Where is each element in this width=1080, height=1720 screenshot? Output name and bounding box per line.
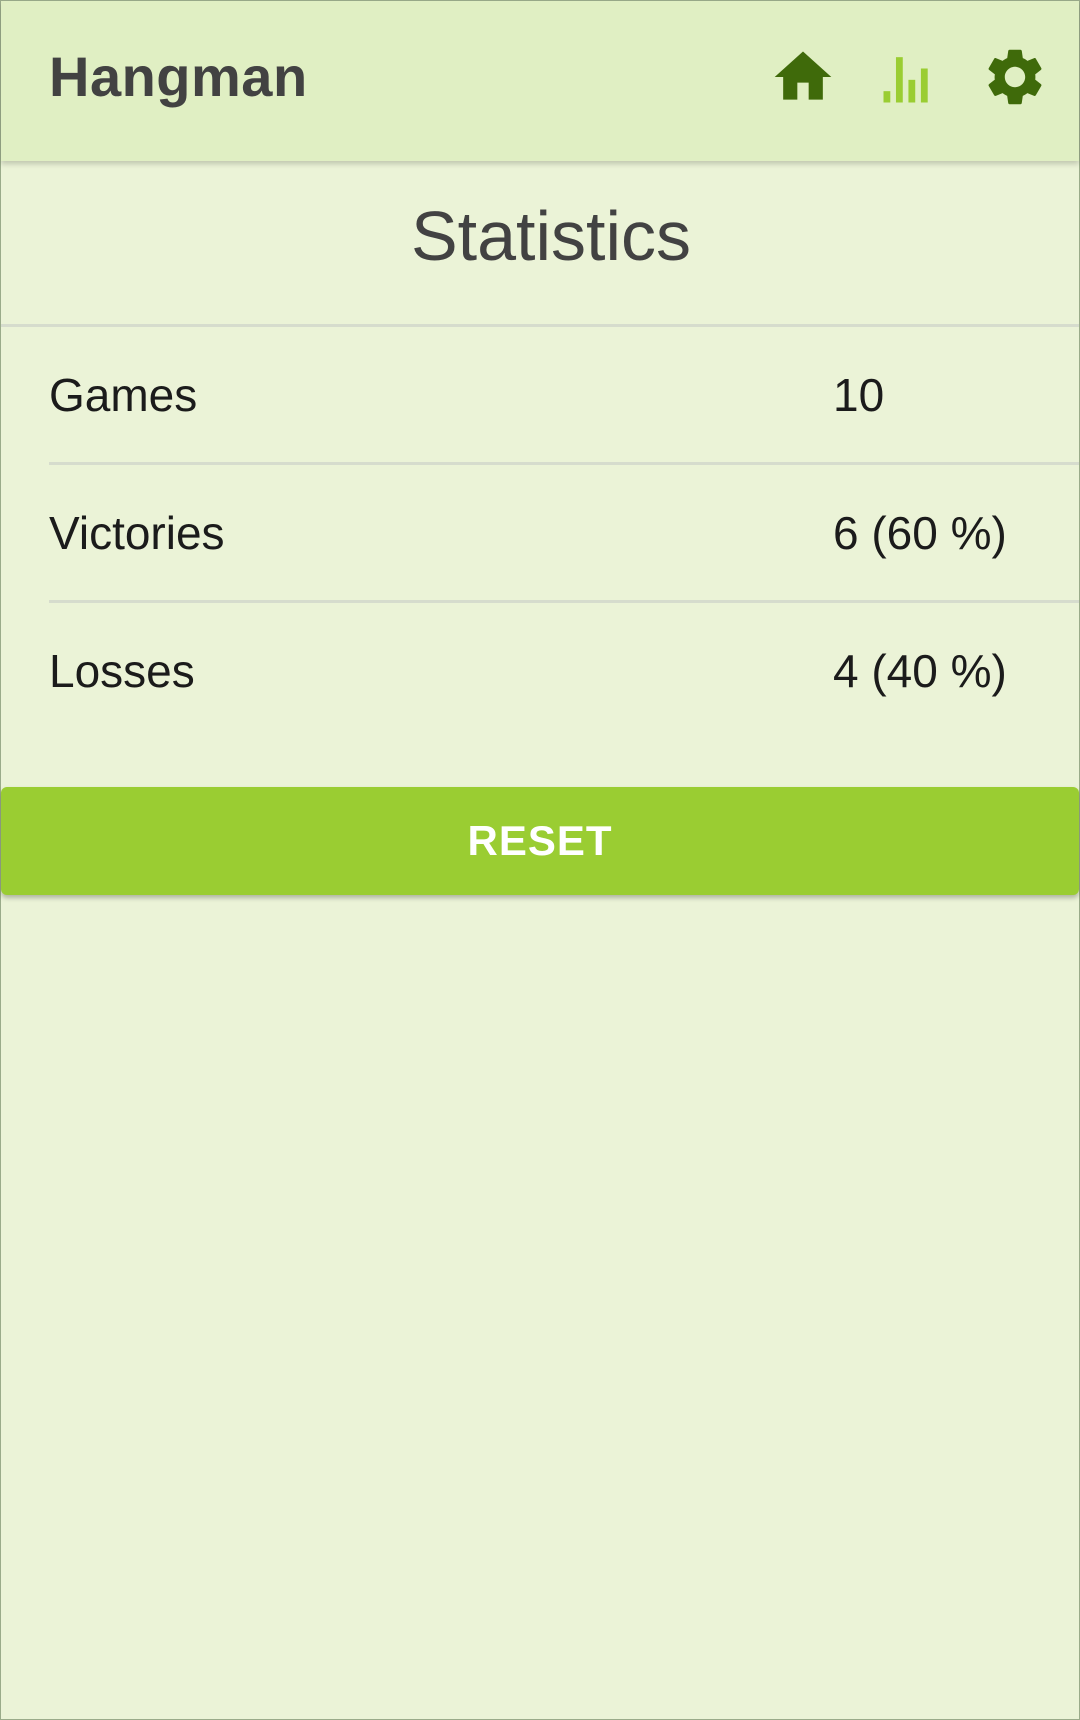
victories-value: 6 (60 %) <box>833 507 1007 559</box>
home-icon[interactable] <box>769 43 837 111</box>
reset-button[interactable]: RESET <box>1 787 1079 895</box>
app-title: Hangman <box>49 45 308 108</box>
stat-row-games: Games 10 <box>49 327 1079 465</box>
statistics-title: Statistics <box>410 197 692 275</box>
gear-icon[interactable] <box>981 43 1049 111</box>
games-value: 10 <box>833 369 885 421</box>
games-label: Games <box>49 369 198 421</box>
stat-row-losses: Losses 4 (40 %) <box>49 603 1079 741</box>
home-icon-graphic <box>774 51 832 100</box>
bar-chart-icon[interactable] <box>875 43 943 111</box>
losses-value: 4 (40 %) <box>833 645 1007 697</box>
stat-row-victories: Victories 6 (60 %) <box>49 465 1079 603</box>
bar-chart-icon-graphic <box>883 57 928 103</box>
gear-icon-graphic <box>988 49 1042 105</box>
losses-label: Losses <box>49 645 195 697</box>
app-bar: Hangman <box>1 1 1079 161</box>
app-screen: Hangman Statistics Games 10 Victories 6 … <box>0 0 1080 1720</box>
victories-label: Victories <box>49 507 225 559</box>
